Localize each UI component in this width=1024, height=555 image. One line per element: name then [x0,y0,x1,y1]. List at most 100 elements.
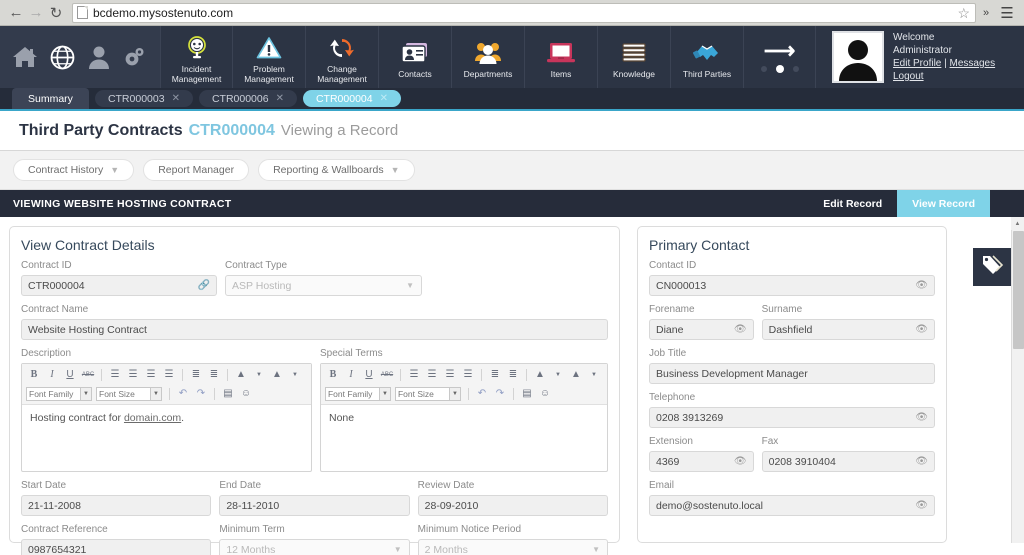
underline-icon[interactable]: U [361,367,377,382]
undo-icon[interactable]: ↶ [474,386,490,401]
fax-input[interactable]: 0208 3910404 👁 [761,451,935,472]
nav-module-contacts[interactable]: Contacts [379,26,452,88]
close-icon[interactable]: ✕ [276,93,284,104]
strikethrough-icon[interactable]: ABC [80,367,96,382]
nav-module-incident-management[interactable]: Incident Management [160,26,233,88]
align-center-icon[interactable]: ☰ [125,367,141,382]
eye-icon[interactable]: 👁 [915,280,928,291]
tab-ctr000006[interactable]: CTR000006 ✕ [198,90,297,107]
contract-history-button[interactable]: Contract History ▼ [13,159,135,181]
font-size-select[interactable]: Font Size ▼ [96,386,162,401]
eye-icon[interactable]: 👁 [915,324,928,335]
hamburger-menu-icon[interactable]: ☰ [996,4,1018,22]
nav-module-departments[interactable]: Departments [452,26,525,88]
pager-dot[interactable] [792,66,799,72]
url-bar[interactable]: bcdemo.mysostenuto.com ☆ [72,2,976,23]
italic-icon[interactable]: I [44,367,60,382]
chevron-down-icon[interactable]: ▼ [287,367,303,382]
special-terms-editor[interactable]: B I U ABC ☰ ☰ ☰ ☰ ≣ ≣ ▲ ▼ ▲ ▼ Font Famil… [319,363,608,472]
redo-icon[interactable]: ↷ [193,386,209,401]
special-terms-body[interactable]: None [321,405,607,471]
font-family-select[interactable]: Font Family ▼ [324,386,391,401]
vertical-scrollbar[interactable]: ▲ [1011,217,1024,543]
text-color-icon[interactable]: ▲ [532,367,548,382]
description-editor[interactable]: B I U ABC ☰ ☰ ☰ ☰ ≣ ≣ ▲ ▼ ▲ ▼ Font Famil… [21,363,312,472]
eye-icon[interactable]: 👁 [734,324,747,335]
align-right-icon[interactable]: ☰ [442,367,458,382]
overflow-button[interactable]: » [976,7,996,19]
italic-icon[interactable]: I [343,367,359,382]
contract-name-input[interactable]: Website Hosting Contract [21,319,608,340]
redo-icon[interactable]: ↷ [492,386,508,401]
nav-module-items[interactable]: Items [525,26,598,88]
surname-input[interactable]: Dashfield 👁 [761,319,935,340]
star-icon[interactable]: ☆ [957,6,970,20]
eye-icon[interactable]: 👁 [915,412,928,423]
insert-emoticon-icon[interactable]: ☺ [537,386,553,401]
eye-icon[interactable]: 👁 [915,500,928,511]
bold-icon[interactable]: B [325,367,341,382]
contract-reference-input[interactable]: 0987654321 [21,539,212,555]
align-center-icon[interactable]: ☰ [424,367,440,382]
font-family-select[interactable]: Font Family ▼ [26,386,92,401]
avatar[interactable] [832,31,884,83]
nav-module-change-management[interactable]: Change Management [306,26,379,88]
strikethrough-icon[interactable]: ABC [379,367,395,382]
arrow-right-icon[interactable]: ⟶ [764,40,796,62]
eye-icon[interactable]: 👁 [734,456,747,467]
background-color-icon[interactable]: ▲ [568,367,584,382]
reporting-wallboards-button[interactable]: Reporting & Wallboards ▼ [258,159,415,181]
messages-link[interactable]: Messages [950,58,996,69]
link-icon[interactable]: 🔗 [198,280,210,291]
end-date-input[interactable]: 28-11-2010 [219,495,410,516]
forward-arrow-icon[interactable]: → [26,3,46,23]
contact-id-input[interactable]: CN000013 👁 [649,275,935,296]
tab-view-record[interactable]: View Record [897,190,990,224]
reload-icon[interactable]: ↻ [46,3,66,23]
tab-ctr000003[interactable]: CTR000003 ✕ [94,90,193,107]
numbered-list-icon[interactable]: ≣ [188,367,204,382]
scroll-up-arrow-icon[interactable]: ▲ [1011,217,1024,230]
tab-ctr000004[interactable]: CTR000004 ✕ [302,90,401,107]
contract-type-select[interactable]: ASP Hosting ▼ [225,275,422,296]
chevron-down-icon[interactable]: ▼ [251,367,267,382]
text-color-icon[interactable]: ▲ [233,367,249,382]
insert-table-icon[interactable]: ▤ [519,386,535,401]
nav-module-knowledge[interactable]: Knowledge [598,26,671,88]
description-body[interactable]: Hosting contract for domain.com. [22,405,311,471]
email-input[interactable]: demo@sostenuto.local 👁 [649,495,935,516]
close-icon[interactable]: ✕ [380,93,388,104]
background-color-icon[interactable]: ▲ [269,367,285,382]
tab-edit-record[interactable]: Edit Record [808,190,897,217]
scrollbar-thumb[interactable] [1013,231,1024,349]
minimum-term-select[interactable]: 12 Months ▼ [219,539,410,555]
telephone-input[interactable]: 0208 3913269 👁 [649,407,935,428]
insert-emoticon-icon[interactable]: ☺ [238,386,254,401]
align-justify-icon[interactable]: ☰ [460,367,476,382]
domain-link[interactable]: domain.com [124,412,181,424]
user-icon[interactable] [88,45,110,69]
pager-dot[interactable] [760,66,767,72]
font-size-select[interactable]: Font Size ▼ [394,386,461,401]
report-manager-button[interactable]: Report Manager [143,159,250,181]
insert-table-icon[interactable]: ▤ [220,386,236,401]
logout-link[interactable]: Logout [893,71,924,82]
globe-icon[interactable] [50,45,75,70]
extension-input[interactable]: 4369 👁 [649,451,754,472]
edit-profile-link[interactable]: Edit Profile [893,58,941,69]
align-right-icon[interactable]: ☰ [143,367,159,382]
align-justify-icon[interactable]: ☰ [161,367,177,382]
forename-input[interactable]: Diane 👁 [649,319,754,340]
bold-icon[interactable]: B [26,367,42,382]
numbered-list-icon[interactable]: ≣ [487,367,503,382]
bullet-list-icon[interactable]: ≣ [206,367,222,382]
chevron-down-icon[interactable]: ▼ [550,367,566,382]
bullet-list-icon[interactable]: ≣ [505,367,521,382]
pager-dot-active[interactable] [775,65,784,73]
underline-icon[interactable]: U [62,367,78,382]
close-icon[interactable]: ✕ [172,93,180,104]
minimum-notice-period-select[interactable]: 2 Months ▼ [417,539,608,555]
nav-module-problem-management[interactable]: Problem Management [233,26,306,88]
chevron-down-icon[interactable]: ▼ [586,367,602,382]
home-icon[interactable] [12,45,38,69]
